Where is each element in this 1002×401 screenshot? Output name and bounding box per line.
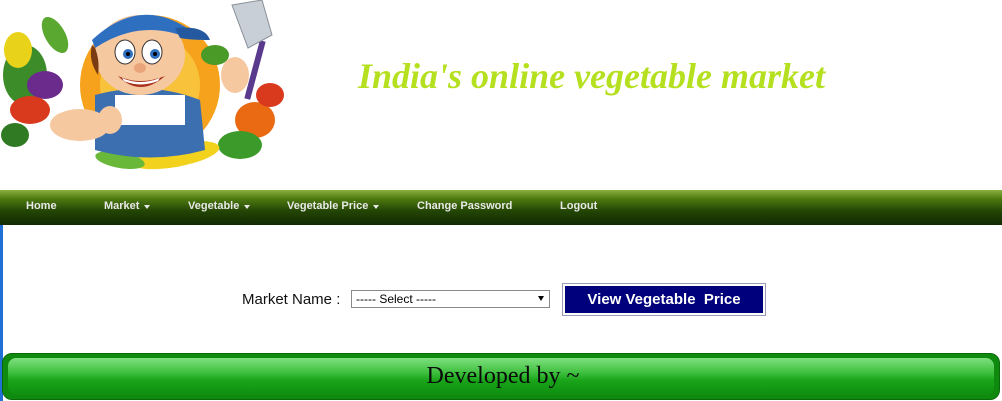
market-price-form: Market Name : ----- Select ----- View Ve…	[0, 283, 1002, 317]
nav-home[interactable]: Home	[26, 190, 57, 225]
nav-logout[interactable]: Logout	[560, 190, 597, 225]
nav-vegetable-price[interactable]: Vegetable Price	[287, 190, 380, 225]
nav-vegetable-label: Vegetable	[188, 200, 240, 212]
nav-home-label: Home	[26, 200, 57, 212]
caret-down-icon	[144, 205, 151, 210]
view-vegetable-price-button[interactable]: View Vegetable Price	[562, 283, 766, 316]
site-title: India's online vegetable market	[358, 56, 825, 96]
vegetable-farmer-logo	[1, 0, 284, 170]
main-nav-bar: Home Market Vegetable Vegetable Price Ch…	[0, 190, 1002, 225]
footer-developed-by: Developed by ~	[426, 363, 580, 389]
footer-bar: Developed by ~	[2, 353, 1000, 400]
site-header: India's online vegetable market	[0, 0, 1002, 190]
market-name-label: Market Name :	[242, 291, 341, 308]
nav-vegetable-price-label: Vegetable Price	[287, 200, 369, 212]
nav-logout-label: Logout	[560, 200, 598, 212]
nav-vegetable[interactable]: Vegetable	[188, 190, 251, 225]
nav-market[interactable]: Market	[104, 190, 151, 225]
caret-down-icon	[244, 205, 251, 210]
nav-change-password[interactable]: Change Password	[417, 190, 512, 225]
market-name-select[interactable]: ----- Select -----	[351, 290, 550, 308]
dropdown-arrow-icon	[538, 296, 544, 301]
nav-change-password-label: Change Password	[417, 200, 513, 212]
caret-down-icon	[373, 205, 380, 210]
market-select-value: ----- Select -----	[356, 292, 436, 306]
nav-market-label: Market	[104, 200, 140, 212]
